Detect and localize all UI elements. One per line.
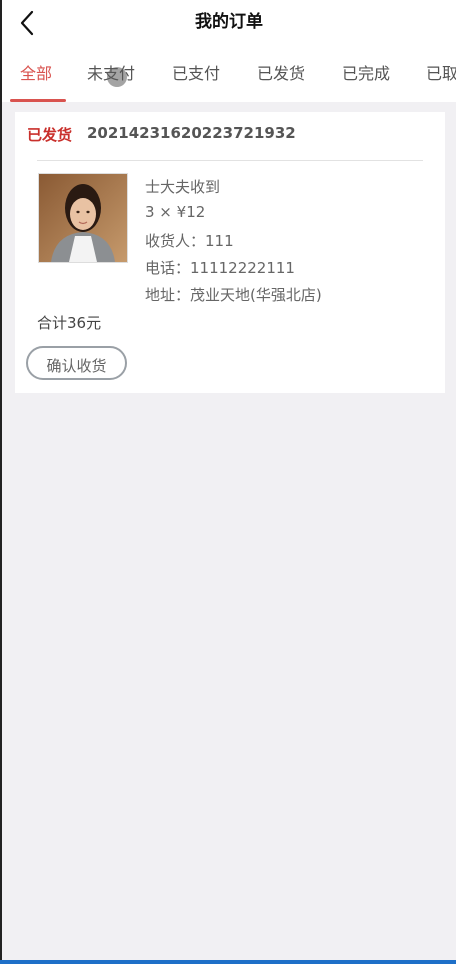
tab-paid[interactable]: 已支付 <box>172 46 220 102</box>
product-image[interactable] <box>38 173 128 263</box>
product-photo-icon <box>39 174 127 262</box>
divider <box>37 160 423 161</box>
order-status-tabs: 全部 未支付 已支付 已发货 已完成 已取 <box>2 46 456 102</box>
quantity-price: 3 × ¥12 <box>145 203 206 221</box>
tab-all[interactable]: 全部 <box>20 46 52 102</box>
touch-indicator <box>107 67 127 87</box>
phone: 电话：11112222111 <box>145 259 295 277</box>
address: 地址：茂业天地(华强北店) <box>145 286 322 304</box>
order-status: 已发货 <box>27 126 73 144</box>
order-card: 已发货 20214231620223721932 士大夫收到 3 × ¥12 收… <box>15 112 445 393</box>
tab-shipped[interactable]: 已发货 <box>257 46 305 102</box>
window-edge <box>0 0 2 964</box>
tab-cancelled[interactable]: 已取 <box>426 46 456 102</box>
confirm-receipt-button[interactable]: 确认收货 <box>26 346 127 380</box>
order-total: 合计36元 <box>37 314 102 332</box>
order-number: 20214231620223721932 <box>87 124 296 142</box>
top-bar: 我的订单 <box>2 0 456 46</box>
bottom-edge <box>0 960 456 964</box>
product-name: 士大夫收到 <box>145 178 221 196</box>
tab-completed[interactable]: 已完成 <box>342 46 390 102</box>
page-title: 我的订单 <box>195 12 263 32</box>
active-tab-indicator <box>10 99 66 102</box>
recipient: 收货人：111 <box>145 232 234 250</box>
